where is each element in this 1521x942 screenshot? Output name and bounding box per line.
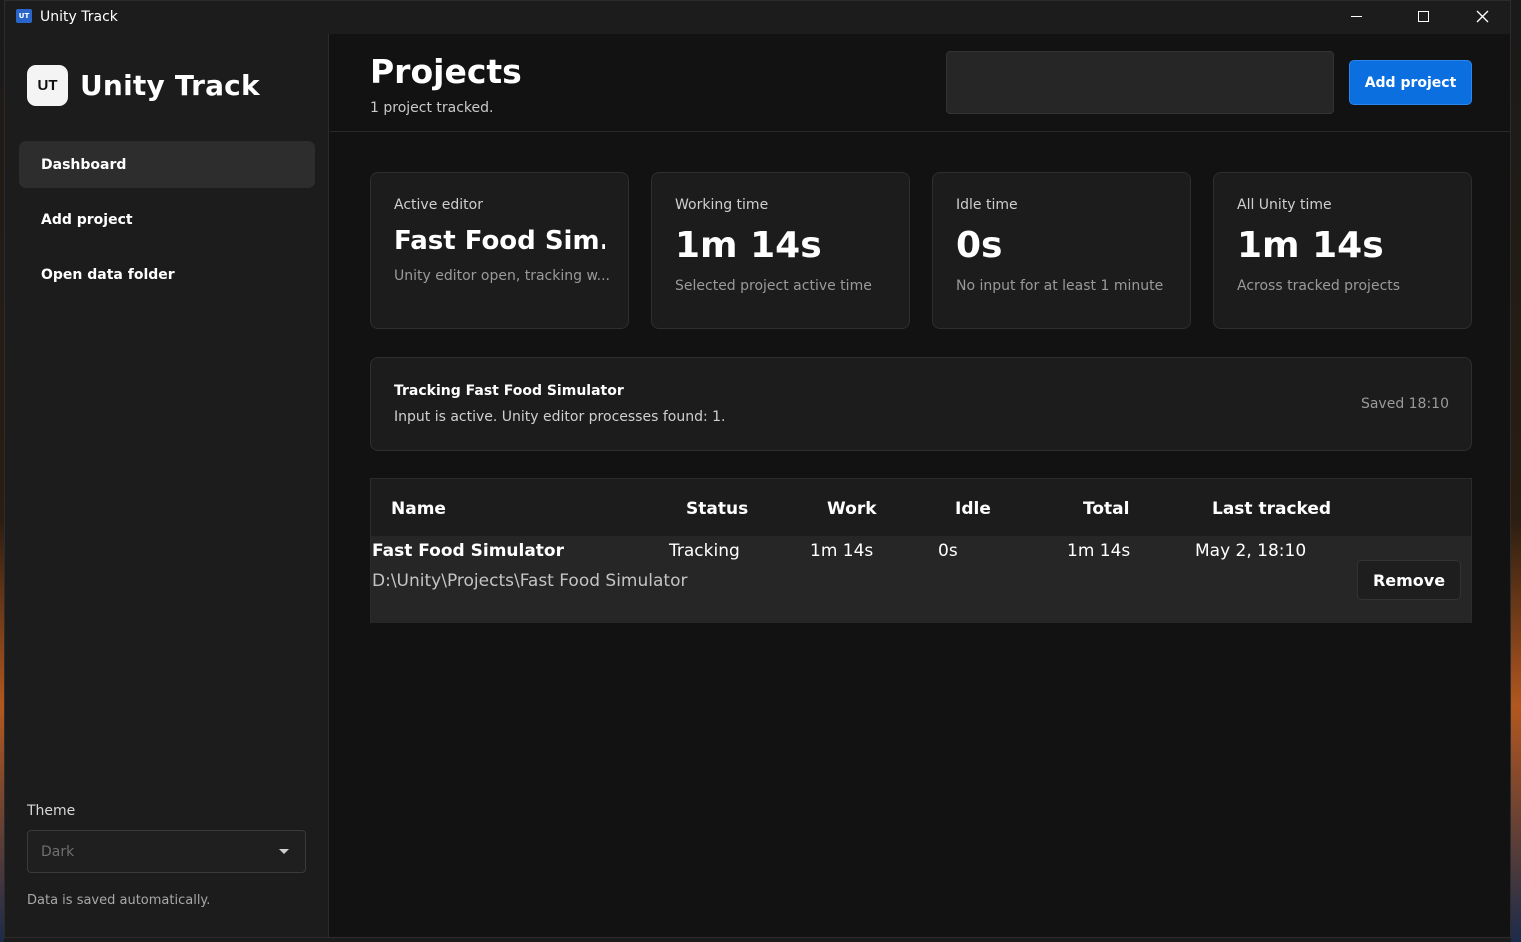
stat-card-idle-time: Idle time 0s No input for at least 1 min…: [932, 172, 1191, 329]
remove-project-button[interactable]: Remove: [1357, 560, 1461, 600]
page-title: Projects: [370, 52, 522, 91]
stat-note: Across tracked projects: [1237, 278, 1401, 294]
column-header-work[interactable]: Work: [827, 499, 877, 519]
close-icon: [1476, 10, 1488, 23]
stat-card-working-time: Working time 1m 14s Selected project act…: [651, 172, 910, 329]
minimize-button[interactable]: [1327, 1, 1385, 32]
stat-note: Unity editor open, tracking w...: [394, 268, 610, 284]
maximize-icon: [1417, 11, 1429, 22]
stat-label: Active editor: [394, 197, 483, 213]
brand-logo: UT: [27, 65, 68, 106]
brand-name: Unity Track: [80, 69, 260, 102]
project-idle-time: 0s: [938, 541, 958, 561]
sidebar-item-add-project[interactable]: Add project: [19, 196, 315, 243]
column-header-name[interactable]: Name: [391, 499, 446, 519]
tracking-detail: Input is active. Unity editor processes …: [394, 409, 726, 425]
stat-label: Idle time: [956, 197, 1018, 213]
stat-value: 0s: [956, 225, 1003, 266]
stat-card-active-editor: Active editor Fast Food Sim... Unity edi…: [370, 172, 629, 329]
page-subtitle: 1 project tracked.: [370, 100, 494, 116]
sidebar-item-open-data-folder[interactable]: Open data folder: [19, 251, 315, 298]
stat-value: 1m 14s: [1237, 225, 1384, 266]
tracking-status-panel: Tracking Fast Food Simulator Input is ac…: [370, 357, 1472, 451]
app-icon: UT: [16, 9, 32, 23]
saved-timestamp: Saved 18:10: [1360, 396, 1449, 412]
stat-card-all-unity-time: All Unity time 1m 14s Across tracked pro…: [1213, 172, 1472, 329]
main-content: Projects 1 project tracked. Add project …: [330, 34, 1510, 937]
tracking-title: Tracking Fast Food Simulator: [394, 383, 624, 399]
stat-note: No input for at least 1 minute: [956, 278, 1164, 294]
projects-table: Name Status Work Idle Total Last tracked…: [370, 478, 1472, 623]
chevron-down-icon: [279, 849, 289, 854]
stat-note: Selected project active time: [675, 278, 872, 294]
close-button[interactable]: [1453, 1, 1510, 32]
project-work-time: 1m 14s: [810, 541, 874, 561]
theme-select[interactable]: Dark: [27, 830, 306, 873]
project-path: D:\Unity\Projects\Fast Food Simulator: [372, 571, 688, 591]
sidebar-item-dashboard[interactable]: Dashboard: [19, 141, 315, 188]
window-title: Unity Track: [40, 9, 118, 25]
brand: UT Unity Track: [27, 65, 260, 106]
minimize-icon: [1350, 16, 1362, 17]
column-header-total[interactable]: Total: [1083, 499, 1129, 519]
column-header-idle[interactable]: Idle: [955, 499, 991, 519]
table-header: Name Status Work Idle Total Last tracked: [371, 479, 1471, 536]
project-status: Tracking: [669, 541, 740, 561]
column-header-status[interactable]: Status: [686, 499, 748, 519]
project-total-time: 1m 14s: [1067, 541, 1131, 561]
maximize-button[interactable]: [1394, 1, 1452, 32]
add-project-button[interactable]: Add project: [1349, 60, 1472, 105]
stat-label: Working time: [675, 197, 769, 213]
autosave-note: Data is saved automatically.: [27, 893, 211, 908]
search-input[interactable]: [946, 51, 1334, 114]
table-row[interactable]: Fast Food Simulator D:\Unity\Projects\Fa…: [371, 536, 1471, 623]
theme-select-value: Dark: [41, 843, 75, 860]
title-bar[interactable]: UT Unity Track: [5, 1, 1510, 34]
stat-label: All Unity time: [1237, 197, 1332, 213]
app-window: UT Unity Track UT Unity Track Dashboard …: [4, 0, 1511, 938]
project-last-tracked: May 2, 18:10: [1195, 541, 1307, 561]
column-header-last-tracked[interactable]: Last tracked: [1212, 499, 1331, 519]
stat-value: Fast Food Sim...: [394, 226, 605, 256]
stat-value: 1m 14s: [675, 225, 822, 266]
sidebar: UT Unity Track Dashboard Add project Ope…: [5, 34, 329, 937]
desktop-background-right: [1511, 0, 1521, 942]
page-header: Projects 1 project tracked. Add project: [330, 34, 1510, 132]
project-name: Fast Food Simulator: [372, 541, 564, 561]
sidebar-nav: Dashboard Add project Open data folder: [19, 141, 315, 306]
theme-label: Theme: [27, 803, 76, 819]
